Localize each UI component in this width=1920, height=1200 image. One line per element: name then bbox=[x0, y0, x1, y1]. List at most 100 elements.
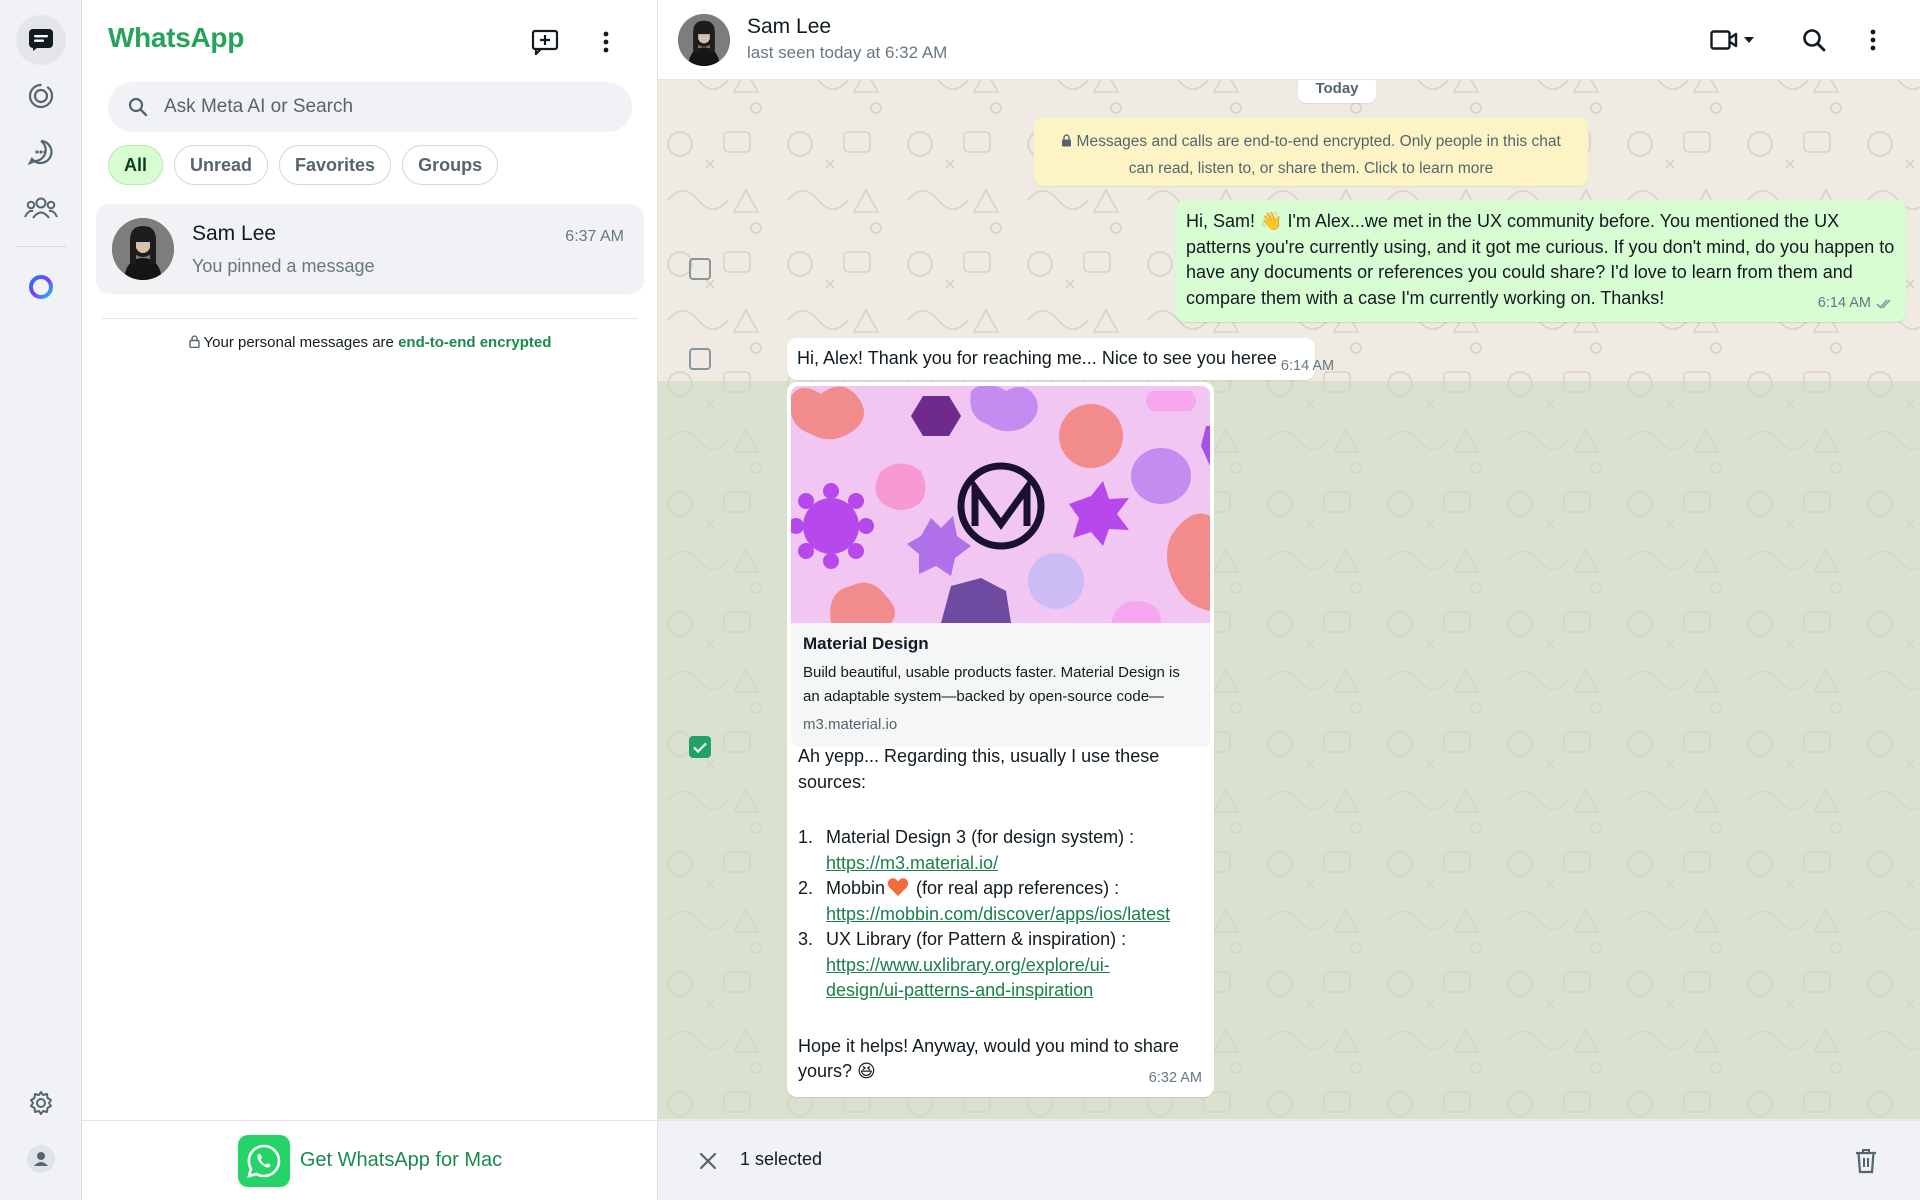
source-link-continued[interactable]: design/ui-patterns-and-inspiration bbox=[826, 980, 1093, 1000]
conversation-header: Sam Lee last seen today at 6:32 AM bbox=[658, 0, 1920, 80]
material-design-preview-image bbox=[791, 386, 1210, 623]
get-app-banner[interactable]: Get WhatsApp for Mac bbox=[82, 1120, 658, 1200]
list-menu-button[interactable] bbox=[586, 22, 626, 62]
message-time: 6:32 AM bbox=[1148, 1069, 1202, 1086]
link-preview-card[interactable]: Material Design Build beautiful, usable … bbox=[791, 386, 1210, 747]
link-preview-domain: m3.material.io bbox=[803, 715, 898, 733]
chevron-down-icon bbox=[1744, 37, 1754, 43]
source-link[interactable]: https://mobbin.com/discover/apps/ios/lat… bbox=[826, 904, 1170, 924]
heart-emoji-icon bbox=[887, 878, 909, 896]
channels-icon bbox=[27, 139, 53, 166]
source-link[interactable]: https://m3.material.io/ bbox=[826, 853, 998, 873]
encryption-note: Your personal messages are end-to-end en… bbox=[82, 334, 658, 351]
lock-icon bbox=[188, 335, 200, 349]
header-avatar[interactable] bbox=[678, 14, 730, 66]
search-input[interactable] bbox=[164, 96, 604, 118]
chat-list-panel: WhatsApp All Unread Favorites Groups Sam… bbox=[82, 0, 658, 1200]
chats-nav-button[interactable] bbox=[16, 15, 66, 65]
chat-name: Sam Lee bbox=[192, 222, 277, 245]
search-icon bbox=[128, 97, 148, 117]
chat-list-item[interactable]: Sam Lee 6:37 AM You pinned a message bbox=[96, 204, 644, 294]
message-text-continued: I'm Alex...we met in the UX community be… bbox=[1186, 211, 1895, 308]
list-number: 1. bbox=[798, 827, 814, 847]
chat-menu-button[interactable] bbox=[1858, 20, 1888, 60]
rail-divider bbox=[16, 246, 66, 247]
encryption-link[interactable]: end-to-end encrypted bbox=[398, 334, 551, 351]
status-icon bbox=[28, 83, 54, 109]
selected-count: 1 selected bbox=[740, 1149, 823, 1169]
search-box[interactable] bbox=[108, 82, 632, 132]
nav-rail bbox=[0, 0, 82, 1200]
message-meta: 6:32 AM bbox=[1149, 1066, 1202, 1092]
close-icon bbox=[699, 1152, 717, 1170]
double-check-icon bbox=[1876, 299, 1891, 309]
more-vertical-icon bbox=[603, 31, 609, 53]
incoming-message[interactable]: Hi, Alex! Thank you for reaching me... N… bbox=[787, 338, 1334, 380]
message-text: Hi, Sam! bbox=[1186, 211, 1261, 231]
source-item: 1. Material Design 3 (for design system)… bbox=[798, 825, 1203, 876]
filter-unread[interactable]: Unread bbox=[174, 145, 269, 185]
message-body: Ah yepp... Regarding this, usually I use… bbox=[798, 744, 1203, 1085]
link-preview-title: Material Design bbox=[803, 634, 929, 653]
trash-icon bbox=[1856, 1149, 1876, 1174]
communities-nav-button[interactable] bbox=[16, 183, 66, 233]
chat-preview: You pinned a message bbox=[192, 256, 375, 276]
search-chat-button[interactable] bbox=[1794, 20, 1834, 60]
selection-toolbar: 1 selected bbox=[658, 1120, 1920, 1200]
profile-nav-button[interactable] bbox=[16, 1134, 66, 1184]
message-select-checkbox[interactable] bbox=[689, 258, 711, 280]
video-camera-icon bbox=[1710, 30, 1738, 50]
delete-selected-button[interactable] bbox=[1852, 1147, 1880, 1175]
settings-icon bbox=[30, 1091, 52, 1115]
source-label: Mobbin bbox=[826, 878, 886, 898]
incoming-message-selected[interactable]: Material Design Build beautiful, usable … bbox=[787, 382, 1214, 1097]
channels-nav-button[interactable] bbox=[16, 127, 66, 177]
source-item: 2. Mobbin (for real app references) : ht… bbox=[798, 876, 1203, 927]
video-call-button[interactable] bbox=[1704, 20, 1760, 60]
communities-icon bbox=[24, 197, 58, 219]
contact-photo bbox=[112, 218, 174, 280]
cancel-selection-button[interactable] bbox=[696, 1149, 720, 1173]
new-chat-button[interactable] bbox=[525, 22, 565, 62]
list-number: 2. bbox=[798, 878, 814, 898]
message-outro: Hope it helps! Anyway, would you mind to… bbox=[798, 1034, 1203, 1085]
source-item: 3. UX Library (for Pattern & inspiration… bbox=[798, 927, 1203, 1004]
message-text: Hi, Alex! Thank you for reaching me... N… bbox=[797, 348, 1277, 368]
checkmark-icon bbox=[693, 742, 707, 753]
list-divider bbox=[102, 318, 638, 319]
avatar bbox=[112, 218, 174, 280]
new-chat-icon bbox=[531, 29, 559, 55]
source-label-continued: (for real app references) : bbox=[911, 878, 1120, 898]
contact-name[interactable]: Sam Lee bbox=[747, 15, 831, 39]
meta-ai-nav-button[interactable] bbox=[16, 262, 66, 312]
source-link[interactable]: https://www.uxlibrary.org/explore/ui- bbox=[826, 955, 1110, 975]
source-list: 1. Material Design 3 (for design system)… bbox=[798, 825, 1203, 1004]
whatsapp-logo-icon bbox=[237, 1134, 290, 1187]
encryption-note-text: Your personal messages are bbox=[203, 334, 399, 351]
status-nav-button[interactable] bbox=[16, 71, 66, 121]
message-time: 6:14 AM bbox=[1817, 294, 1871, 311]
chat-time: 6:37 AM bbox=[565, 228, 624, 245]
message-select-checkbox-checked[interactable] bbox=[689, 736, 711, 758]
chats-icon bbox=[29, 29, 53, 51]
message-intro: Ah yepp... Regarding this, usually I use… bbox=[798, 746, 1160, 792]
conversation-panel: Sam Lee last seen today at 6:32 AM Today… bbox=[658, 0, 1920, 1200]
encryption-system-text: Messages and calls are end-to-end encryp… bbox=[1076, 133, 1561, 177]
encryption-system-message[interactable]: Messages and calls are end-to-end encryp… bbox=[1034, 118, 1588, 186]
settings-nav-button[interactable] bbox=[16, 1078, 66, 1128]
message-time: 6:14 AM bbox=[1280, 358, 1335, 374]
outgoing-message[interactable]: Hi, Sam! 👋 I'm Alex...we met in the UX c… bbox=[1175, 200, 1906, 322]
app-title: WhatsApp bbox=[108, 22, 245, 53]
wave-emoji: 👋 bbox=[1260, 211, 1283, 231]
source-label: Material Design 3 (for design system) : bbox=[826, 827, 1135, 847]
lock-icon bbox=[1062, 134, 1072, 147]
get-app-text: Get WhatsApp for Mac bbox=[299, 1149, 503, 1171]
filter-favorites[interactable]: Favorites bbox=[279, 145, 392, 185]
profile-icon bbox=[27, 1145, 55, 1173]
filter-groups[interactable]: Groups bbox=[402, 145, 499, 185]
filter-chips: All Unread Favorites Groups bbox=[108, 145, 499, 185]
message-meta: 6:14 AM bbox=[1818, 291, 1894, 317]
message-select-checkbox[interactable] bbox=[689, 348, 711, 370]
message-outro-text: Hope it helps! Anyway, would you mind to… bbox=[798, 1035, 1179, 1082]
filter-all[interactable]: All bbox=[108, 145, 164, 185]
